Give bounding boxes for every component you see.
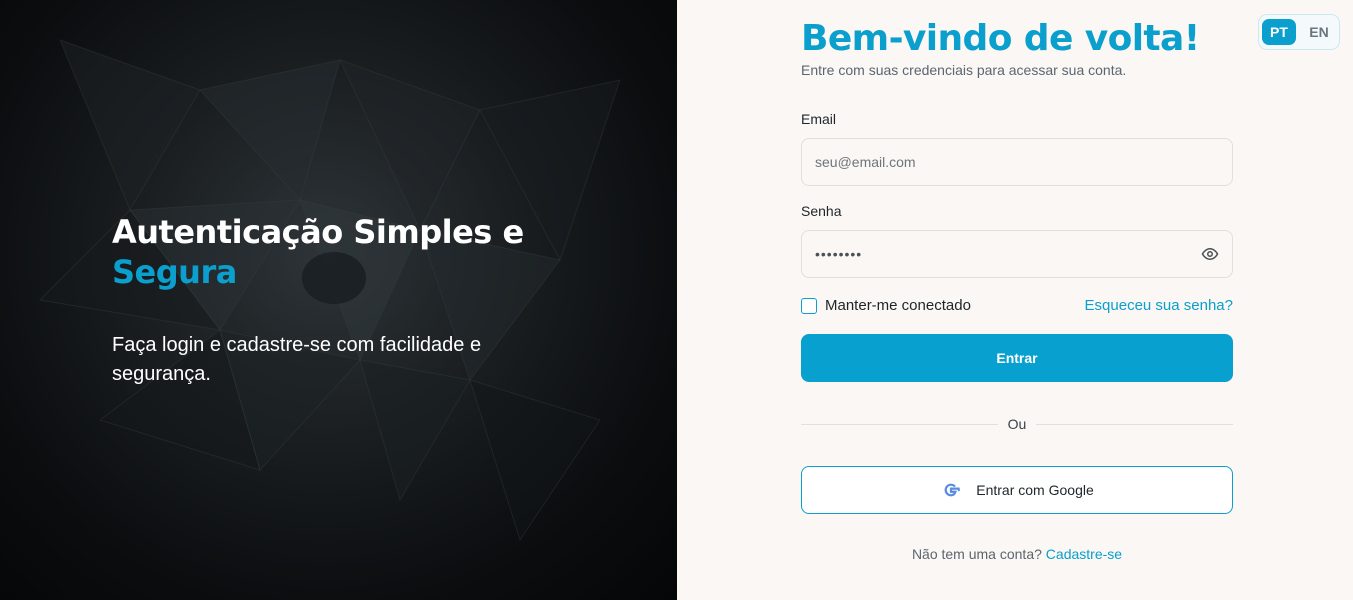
divider-text: Ou: [1007, 416, 1027, 432]
hero-background-pattern: [38, 39, 621, 542]
password-field[interactable]: ••••••••: [801, 230, 1233, 278]
google-signin-button[interactable]: Entrar com Google: [801, 466, 1233, 514]
hero-title-accent: Segura: [112, 253, 237, 291]
hero-subtitle: Faça login e cadastre-se com facilidade …: [112, 334, 482, 385]
remember-me-checkbox[interactable]: [801, 297, 817, 314]
signup-prompt-text: Não tem uma conta?: [911, 546, 1042, 562]
eye-icon[interactable]: [1201, 245, 1219, 263]
password-value: ••••••••: [815, 246, 863, 262]
language-option-pt[interactable]: PT: [1262, 19, 1296, 45]
remember-me-label[interactable]: Manter-me conectado: [825, 297, 971, 314]
page-subtitle: Entre com suas credenciais para acessar …: [801, 62, 1127, 78]
email-field[interactable]: seu@email.com: [801, 138, 1233, 186]
signup-prompt: Não tem uma conta? Cadastre-se: [801, 546, 1233, 562]
email-placeholder: seu@email.com: [815, 154, 916, 170]
language-option-en[interactable]: EN: [1302, 19, 1336, 45]
hero-panel: Autenticação Simples e Segura Faça login…: [0, 0, 677, 600]
signup-link[interactable]: Cadastre-se: [1046, 546, 1122, 562]
hero-title-line: Autenticação Simples e: [112, 213, 524, 251]
email-label: Email: [801, 111, 837, 127]
remember-me: Manter-me conectado: [801, 297, 971, 314]
google-icon: [940, 479, 962, 501]
divider-line-left: [801, 423, 998, 425]
page-title: Bem-vindo de volta!: [801, 18, 1200, 59]
or-divider: Ou: [801, 415, 1233, 433]
password-label: Senha: [801, 203, 842, 219]
submit-button[interactable]: Entrar: [801, 334, 1233, 382]
forgot-password-link[interactable]: Esqueceu sua senha?: [1085, 297, 1233, 314]
language-switcher: PT EN: [1258, 14, 1340, 50]
divider-line-right: [1036, 423, 1233, 425]
hero-title: Autenticação Simples e Segura: [112, 212, 582, 292]
google-signin-label: Entrar com Google: [976, 482, 1094, 498]
